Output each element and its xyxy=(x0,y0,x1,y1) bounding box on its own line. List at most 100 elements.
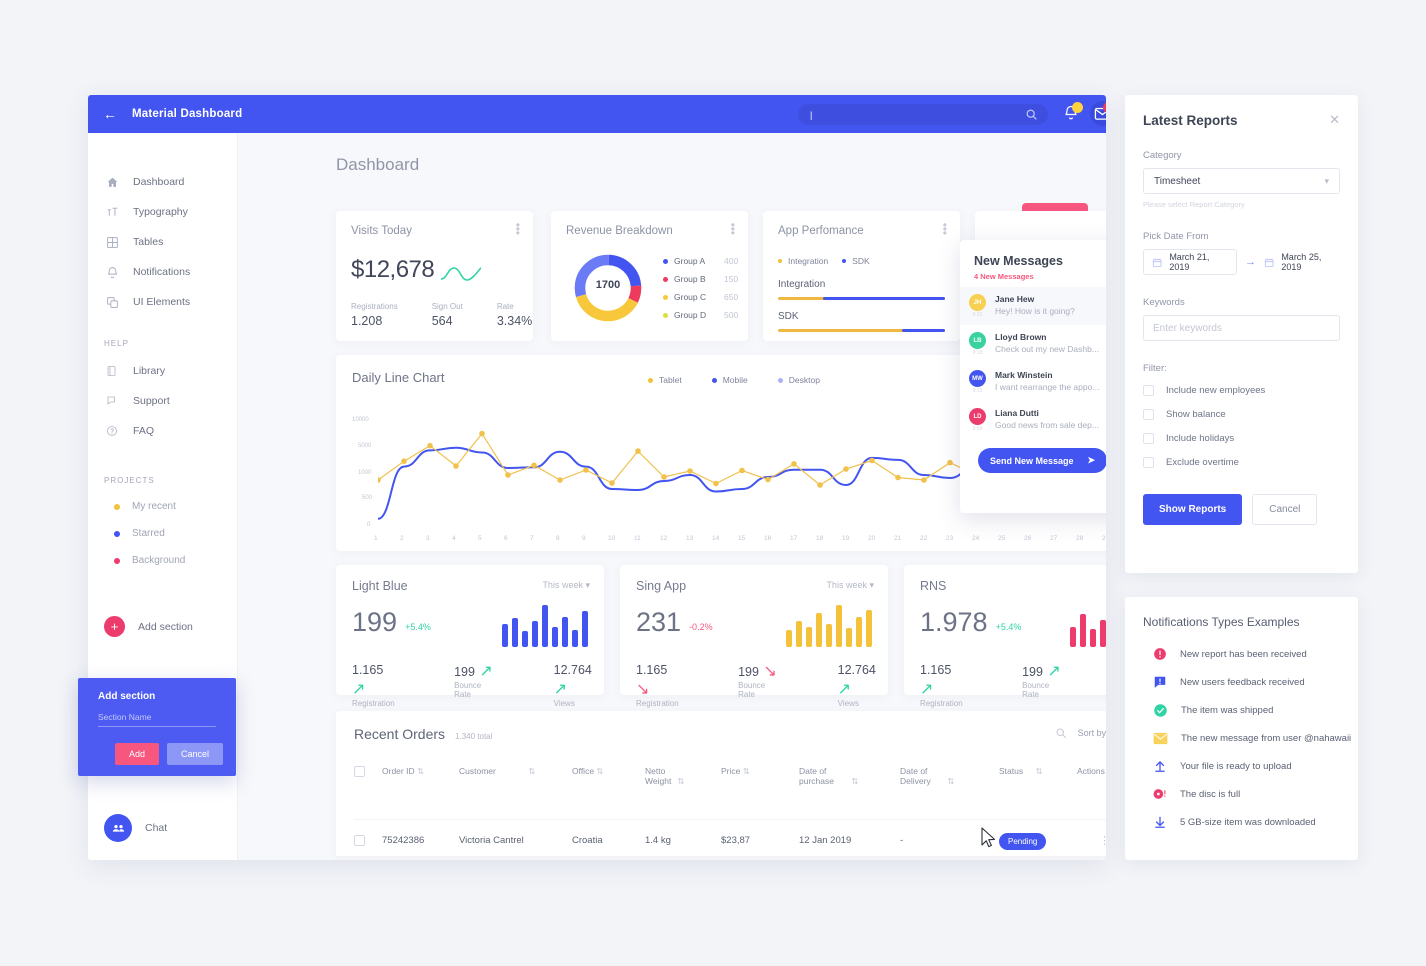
legend-item: SDK xyxy=(842,256,870,266)
cell-actions[interactable]: ⋮ xyxy=(1077,831,1106,849)
chevron-down-icon: ▾ xyxy=(869,580,874,590)
app-window: ← Material Dashboard 1 xyxy=(88,95,1106,860)
select-all-checkbox[interactable] xyxy=(354,766,365,777)
sub-caption: Registration xyxy=(352,699,395,708)
filter-label-text: Include holidays xyxy=(1166,433,1235,444)
column-label: Netto Weight xyxy=(645,766,672,786)
visits-stat-item: Registrations 1.208 xyxy=(351,302,398,328)
column-header-customer[interactable]: Customer ⇅ xyxy=(459,766,572,777)
notifications-panel-title: Notifications Types Examples xyxy=(1143,615,1300,629)
filter-row[interactable]: Exclude overtime xyxy=(1143,457,1340,468)
column-header-netto-weight[interactable]: Netto Weight ⇅ xyxy=(645,766,721,787)
keywords-input[interactable] xyxy=(1144,316,1339,340)
filter-checkbox[interactable] xyxy=(1143,433,1154,444)
sub-value: 1.165 xyxy=(636,663,668,677)
x-tick: 3 xyxy=(426,535,430,542)
notifications-bell-button[interactable] xyxy=(1063,102,1083,123)
stat-label: Registrations xyxy=(351,302,398,311)
filter-checkbox[interactable] xyxy=(1143,385,1154,396)
trend-down-icon: ↘ xyxy=(636,681,650,698)
stat-sub-item: 199 ↗ Bounce Rate xyxy=(454,661,496,708)
bell-icon xyxy=(104,266,120,279)
sidebar-item-faq[interactable]: FAQ xyxy=(88,416,237,446)
app-perf-legend: Integration SDK xyxy=(778,256,870,266)
message-item[interactable]: LB 9:18 Lloyd Brown Check out my new Das… xyxy=(960,325,1106,363)
card-menu-icon[interactable]: • • • xyxy=(516,219,520,239)
card-menu-icon[interactable]: • • • xyxy=(943,219,947,239)
cell-order-id: 75242386 xyxy=(382,834,425,846)
keywords-field[interactable] xyxy=(1143,315,1340,341)
stat-range-dropdown[interactable]: This week ▾ xyxy=(542,580,590,591)
sidebar-label: UI Elements xyxy=(133,296,191,308)
send-new-message-button[interactable]: Send New Message ➤ xyxy=(977,448,1106,473)
search-input[interactable] xyxy=(798,105,998,124)
visits-stats: Registrations 1.208 Sign Out 564 Rate 3.… xyxy=(351,302,532,328)
legend-label: Tablet xyxy=(659,375,682,385)
filter-checkbox[interactable] xyxy=(1143,457,1154,468)
sub-value: 1.165 xyxy=(920,663,952,677)
date-from-field[interactable]: March 21, 2019 xyxy=(1143,249,1237,275)
column-header-order-id[interactable]: Order ID ⇅ xyxy=(382,766,459,777)
search-icon[interactable] xyxy=(1055,727,1067,739)
data-point xyxy=(895,474,901,481)
stat-sub-item: 1.165 ↘ Registration xyxy=(636,661,680,708)
calendar-icon xyxy=(1264,258,1274,267)
popup-cancel-button[interactable]: Cancel xyxy=(166,743,223,765)
search-box[interactable] xyxy=(798,104,1048,125)
x-tick: 13 xyxy=(686,535,694,542)
filter-checkbox[interactable] xyxy=(1143,409,1154,420)
message-item[interactable]: MW 9:15 Mark Winstein I want rearrange t… xyxy=(960,363,1106,401)
table-header-row: Order ID ⇅ Customer ⇅ Office ⇅ Netto Wei… xyxy=(354,766,1106,787)
stat-main: 199 +5.4% xyxy=(352,607,431,638)
legend-dot xyxy=(777,377,783,383)
envelope-icon xyxy=(1153,732,1168,745)
sidebar-project-starred[interactable]: Starred xyxy=(88,520,237,547)
sidebar-item-tables[interactable]: Tables xyxy=(88,227,237,257)
sidebar-item-library[interactable]: Library xyxy=(88,356,237,386)
chat-button[interactable]: Chat xyxy=(104,814,167,842)
bar xyxy=(836,605,842,647)
popup-add-button[interactable]: Add xyxy=(114,743,159,765)
sidebar-project-background[interactable]: Background xyxy=(88,547,237,574)
sidebar-item-support[interactable]: Support xyxy=(88,386,237,416)
column-header-status[interactable]: Status ⇅ xyxy=(999,766,1077,777)
row-menu-icon[interactable]: ⋮ xyxy=(1099,836,1106,847)
sort-arrows-icon: ⇅ xyxy=(528,766,536,776)
sidebar-item-notifications[interactable]: Notifications xyxy=(88,257,237,287)
column-header-price[interactable]: Price ⇅ xyxy=(721,766,799,777)
trend-up-icon: ↗ xyxy=(1047,663,1061,680)
show-reports-button[interactable]: Show Reports xyxy=(1143,494,1243,525)
category-select[interactable]: Timesheet ▾ xyxy=(1143,168,1340,194)
stat-value: 3.34% xyxy=(496,314,533,328)
row-checkbox[interactable] xyxy=(354,834,365,846)
section-name-input[interactable] xyxy=(98,712,216,727)
filter-row[interactable]: Include new employees xyxy=(1143,385,1340,396)
message-item[interactable]: LD 9:09 Liana Dutti Good news from sale … xyxy=(960,401,1106,439)
back-arrow-icon[interactable]: ← xyxy=(103,107,117,121)
filter-row[interactable]: Show balance xyxy=(1143,409,1340,420)
column-header-date-purchase[interactable]: Date of purchase ⇅ xyxy=(799,766,900,787)
data-point xyxy=(791,461,797,467)
cancel-reports-button[interactable]: Cancel xyxy=(1252,494,1318,525)
date-to-field[interactable]: March 25, 2019 xyxy=(1264,252,1340,272)
sidebar-item-ui-elements[interactable]: UI Elements xyxy=(88,287,237,317)
sidebar-label: Tables xyxy=(133,236,164,248)
sidebar-item-typography[interactable]: Typography xyxy=(88,197,237,227)
message-item[interactable]: JH 9:32 Jane Hew Hey! How is it going? xyxy=(960,287,1106,325)
date-range-row: March 21, 2019 → March 25, 2019 xyxy=(1143,249,1340,275)
chart-legend: Tablet Mobile Desktop xyxy=(648,375,820,385)
search-icon[interactable] xyxy=(1025,108,1038,121)
add-section-button[interactable]: + Add section xyxy=(88,616,237,637)
sidebar-item-dashboard[interactable]: Dashboard xyxy=(88,167,237,197)
messages-button[interactable]: 1 xyxy=(1090,101,1106,126)
sidebar-project-my-recent[interactable]: My recent xyxy=(88,493,237,520)
close-icon[interactable]: ✕ xyxy=(1329,112,1340,128)
column-header-date-delivery[interactable]: Date of Delivery ⇅ xyxy=(900,766,999,787)
download-icon xyxy=(1155,816,1165,828)
column-header-office[interactable]: Office ⇅ xyxy=(572,766,645,777)
filter-row[interactable]: Include holidays xyxy=(1143,433,1340,444)
notification-item: 5 GB-size item was downloaded xyxy=(1153,815,1358,829)
stat-range-dropdown[interactable]: This week ▾ xyxy=(826,580,874,591)
card-menu-icon[interactable]: • • • xyxy=(731,219,735,239)
donut-center-value: 1700 xyxy=(595,279,621,291)
